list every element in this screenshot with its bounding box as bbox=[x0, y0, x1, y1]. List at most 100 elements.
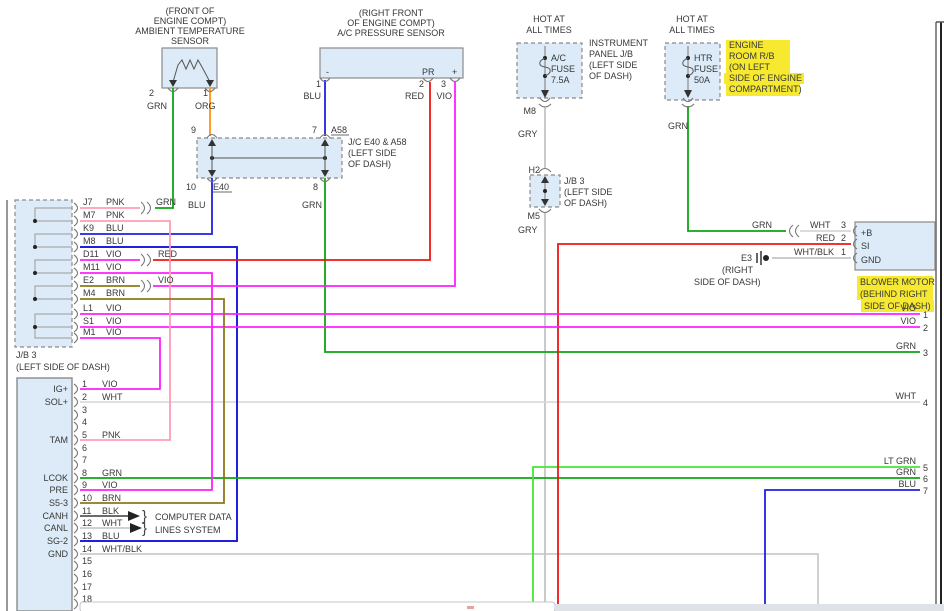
wire-grn-jc-pin3 bbox=[325, 178, 920, 352]
jb3-pin-id: M11 bbox=[83, 262, 100, 272]
blower-pin-num: 3 bbox=[841, 220, 846, 230]
amp-pin-num: 5 bbox=[82, 430, 87, 440]
ac-fuse-name: A/C bbox=[551, 53, 567, 63]
pressure-sensor-labels: (RIGHT FRONT OF ENGINE COMPT) A/C PRESSU… bbox=[337, 8, 445, 38]
engine-room-rb-label: COMPARTMENT) bbox=[729, 84, 802, 94]
jb3-pin-id: J7 bbox=[83, 197, 93, 207]
amp-pin-num: 15 bbox=[82, 556, 92, 566]
blower-pin-label: GND bbox=[861, 255, 882, 265]
right-pin-num: 6 bbox=[923, 474, 928, 484]
amp-wire-color: BRN bbox=[102, 493, 121, 503]
ambient-wire-org: ORG bbox=[195, 101, 216, 111]
canh-arrow bbox=[128, 511, 140, 521]
amp-pin-num: 4 bbox=[82, 417, 87, 427]
jb3-out-color: GRN bbox=[156, 197, 176, 207]
amp-pin-num: 3 bbox=[82, 405, 87, 415]
amp-pin-num: 14 bbox=[82, 544, 92, 554]
blower-wire-whtblk: WHT/BLK bbox=[794, 247, 834, 257]
ambient-pin1: 1 bbox=[203, 88, 208, 98]
right-wire-color: GRN bbox=[896, 341, 916, 351]
amp-wire-color: WHT bbox=[102, 392, 123, 402]
amp-pin-name: SG-2 bbox=[47, 536, 68, 546]
right-pin-num: 7 bbox=[923, 486, 928, 496]
jc-label-line: J/C E40 & A58 bbox=[348, 137, 407, 147]
right-pin-num: 3 bbox=[923, 348, 928, 358]
ac-fuse-hot: HOT AT ALL TIMES bbox=[526, 14, 572, 35]
pressure-pin2: 2 bbox=[419, 79, 424, 89]
jb3-wire-color: BRN bbox=[106, 275, 125, 285]
jb3-wire-color: VIO bbox=[106, 303, 122, 313]
instrument-panel-label: OF DASH) bbox=[589, 71, 632, 81]
amp-pin-num: 16 bbox=[82, 569, 92, 579]
amp-pin-num: 10 bbox=[82, 493, 92, 503]
wire-grn-htr-blower bbox=[688, 106, 786, 231]
amp-pin-num: 2 bbox=[82, 392, 87, 402]
jb3-pin-id: M1 bbox=[83, 327, 96, 337]
right-wire-color: VIO bbox=[900, 316, 916, 326]
pressure-pin3: 3 bbox=[441, 79, 446, 89]
amp-wire-color: BLU bbox=[102, 531, 120, 541]
amp-wire-color: GRN bbox=[102, 468, 122, 478]
e3-location: (RIGHT bbox=[722, 265, 753, 275]
ambient-title-line: ENGINE COMPT) bbox=[154, 16, 227, 26]
hot-at-label: ALL TIMES bbox=[526, 25, 572, 35]
hot-at-label: HOT AT bbox=[533, 14, 565, 24]
pressure-pin1: 1 bbox=[316, 79, 321, 89]
blower-title-line: SIDE OF DASH) bbox=[864, 301, 931, 311]
blower-wire-wht: WHT bbox=[810, 220, 831, 230]
amp-pin-num: 7 bbox=[82, 455, 87, 465]
ambient-wire-grn: GRN bbox=[147, 101, 167, 111]
m5-connector-label: M5 bbox=[527, 211, 540, 221]
wire-red-blower-si bbox=[558, 244, 851, 611]
right-pin-num: 4 bbox=[923, 398, 928, 408]
pressure-term-plus: + bbox=[452, 67, 457, 77]
amp-pin-num: 1 bbox=[82, 379, 87, 389]
pressure-wire-vio: VIO bbox=[436, 91, 452, 101]
wire-ltgrn-pin5 bbox=[533, 467, 920, 611]
bottom-gray-strip bbox=[555, 604, 944, 611]
jb3-mid-label: (LEFT SIDE bbox=[564, 187, 612, 197]
jb3-pin-id: S1 bbox=[83, 316, 94, 326]
pressure-term-pr: PR bbox=[422, 67, 435, 77]
ac-fuse-name: 7.5A bbox=[551, 75, 570, 85]
hot-at-label: HOT AT bbox=[676, 14, 708, 24]
ac-fuse-name: FUSE bbox=[551, 64, 575, 74]
amp-pin-name: TAM bbox=[50, 435, 68, 445]
jc-wire-blu: BLU bbox=[188, 200, 206, 210]
computer-data-label: COMPUTER DATA bbox=[155, 512, 232, 522]
pressure-term-minus: - bbox=[326, 67, 329, 77]
right-pin-num: 1 bbox=[923, 310, 928, 320]
jb3-pin-id: M8 bbox=[83, 236, 96, 246]
jb3-left-location: (LEFT SIDE OF DASH) bbox=[16, 362, 110, 372]
blower-pin-label: SI bbox=[861, 241, 870, 251]
jb3-mid-label: OF DASH) bbox=[564, 198, 607, 208]
right-wire-color: LT GRN bbox=[884, 456, 916, 466]
htr-fuse-name: HTR bbox=[694, 53, 713, 63]
jb3-out-color: RED bbox=[158, 249, 178, 259]
bottom-white-panel bbox=[80, 602, 555, 611]
ambient-title-line: (FRONT OF bbox=[166, 6, 215, 16]
amp-pin-name: IG+ bbox=[53, 384, 68, 394]
amp-pin-num: 13 bbox=[82, 531, 92, 541]
right-wire-color: VIO bbox=[900, 303, 916, 313]
jc-wire-grn: GRN bbox=[302, 200, 322, 210]
wire-vio-pressure-e2 bbox=[153, 82, 455, 286]
jb3-pin-id: M7 bbox=[83, 210, 96, 220]
right-wire-color: WHT bbox=[896, 391, 917, 401]
blower-wire-red: RED bbox=[816, 233, 836, 243]
htr-fuse-hot: HOT AT ALL TIMES bbox=[669, 14, 715, 35]
right-wire-color: GRN bbox=[896, 467, 916, 477]
hot-at-label: ALL TIMES bbox=[669, 25, 715, 35]
jb3-left-name: J/B 3 bbox=[16, 350, 37, 360]
jb3-wire-color: BRN bbox=[106, 288, 125, 298]
jb3-wire-color: VIO bbox=[106, 327, 122, 337]
grn-wire-label: GRN bbox=[668, 121, 688, 131]
amp-wire-color: VIO bbox=[102, 379, 118, 389]
blower-pin-label: +B bbox=[861, 228, 872, 238]
e3-location: SIDE OF DASH) bbox=[694, 277, 761, 287]
jb3-wire-color: VIO bbox=[106, 249, 122, 259]
amp-pin-name: GND bbox=[48, 549, 69, 559]
jb3-out-color: VIO bbox=[158, 275, 174, 285]
ambient-title-line: SENSOR bbox=[171, 36, 210, 46]
wiring-diagram-page: (FRONT OF ENGINE COMPT) AMBIENT TEMPERAT… bbox=[0, 0, 944, 611]
